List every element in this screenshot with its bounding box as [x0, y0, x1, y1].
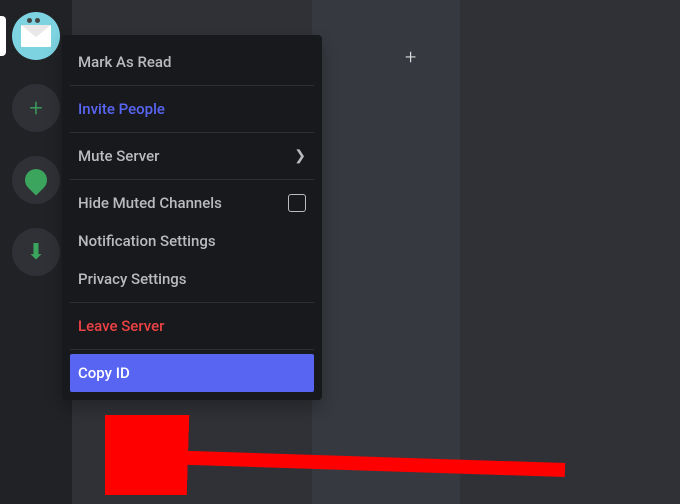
server-icon-selected[interactable] — [12, 12, 60, 60]
menu-item-hide-muted-channels[interactable]: Hide Muted Channels — [70, 184, 314, 222]
add-server-button[interactable]: + — [12, 84, 60, 132]
menu-divider — [70, 302, 314, 303]
download-apps-button[interactable]: ⬇ — [12, 228, 60, 276]
download-icon: ⬇ — [27, 240, 45, 265]
menu-item-leave-server[interactable]: Leave Server — [70, 307, 314, 345]
server-icon-2[interactable] — [12, 156, 60, 204]
menu-divider — [70, 349, 314, 350]
right-panel — [460, 0, 680, 504]
checkbox-icon[interactable] — [288, 194, 306, 212]
chevron-right-icon: ❯ — [294, 148, 306, 164]
plus-icon: + — [29, 94, 43, 122]
menu-divider — [70, 132, 314, 133]
menu-label: Mute Server — [78, 147, 159, 165]
phone-icon — [20, 164, 51, 195]
menu-divider — [70, 85, 314, 86]
menu-item-notification-settings[interactable]: Notification Settings — [70, 222, 314, 260]
menu-label: Notification Settings — [78, 232, 216, 250]
menu-label: Hide Muted Channels — [78, 194, 222, 212]
menu-label: Copy ID — [78, 364, 130, 382]
menu-item-mute-server[interactable]: Mute Server ❯ — [70, 137, 314, 175]
menu-label: Mark As Read — [78, 53, 171, 71]
menu-item-mark-as-read[interactable]: Mark As Read — [70, 43, 314, 81]
menu-item-invite-people[interactable]: Invite People — [70, 90, 314, 128]
menu-item-privacy-settings[interactable]: Privacy Settings — [70, 260, 314, 298]
menu-divider — [70, 179, 314, 180]
add-channel-icon[interactable]: + — [405, 45, 416, 69]
envelope-icon — [21, 25, 51, 47]
menu-label: Leave Server — [78, 317, 164, 335]
menu-item-copy-id[interactable]: Copy ID — [70, 354, 314, 392]
server-context-menu: Mark As Read Invite People Mute Server ❯… — [62, 35, 322, 400]
menu-label: Privacy Settings — [78, 270, 187, 288]
menu-label: Invite People — [78, 100, 165, 118]
